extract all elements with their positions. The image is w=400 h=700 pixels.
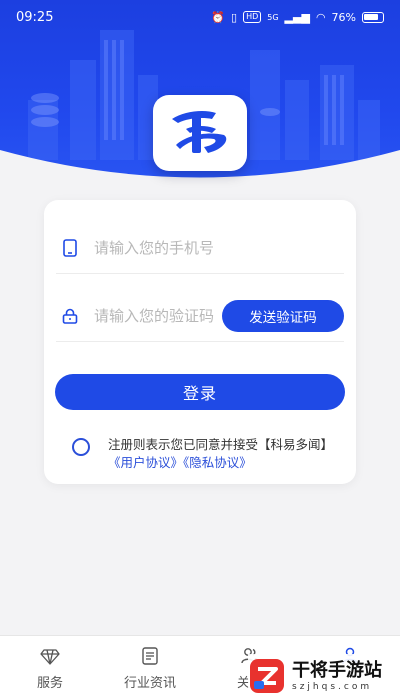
watermark-subtitle: szjhqs.com [292,682,373,692]
diamond-icon [40,649,60,665]
signal-icon: ▂▄▆ [284,10,310,24]
watermark: 干将手游站 szjhqs.com [248,654,398,698]
watermark-logo-icon [250,659,284,693]
lock-icon [60,306,80,326]
tab-industry-news[interactable]: 行业资讯 [100,636,200,700]
watermark-title: 干将手游站 [292,660,382,681]
status-bar: 09:25 ⏰ ▯ HD 5G ▂▄▆ ◠ 76% [0,0,400,34]
phone-icon [60,238,80,258]
signal-label: 5G [267,12,279,22]
user-agreement-link[interactable]: 《用户协议》 [108,455,183,470]
login-button[interactable]: 登录 [55,374,345,410]
phone-field-row [56,222,344,274]
vibrate-icon: ▯ [231,10,238,24]
status-time: 09:25 [16,9,54,25]
news-icon [142,647,158,665]
login-card: 发送验证码 登录 注册则表示您已同意并接受【科易多闻】《用户协议》《隐私协议》 [44,200,356,484]
phone-input[interactable] [94,238,244,257]
agreement-row: 注册则表示您已同意并接受【科易多闻】《用户协议》《隐私协议》 [72,436,344,472]
privacy-agreement-link[interactable]: 《隐私协议》 [183,455,252,470]
agreement-prefix: 注册则表示您已同意并接受【科易多闻】 [108,437,334,452]
verification-code-input[interactable] [94,306,214,325]
app-logo-icon [172,111,227,153]
tab-label: 服务 [36,676,63,691]
tab-label: 行业资讯 [123,676,176,691]
tab-services[interactable]: 服务 [0,636,100,700]
agreement-radio[interactable] [72,438,90,456]
agreement-text: 注册则表示您已同意并接受【科易多闻】《用户协议》《隐私协议》 [108,436,344,472]
wifi-icon: ◠ [315,10,326,24]
app-logo [153,95,247,171]
send-code-button[interactable]: 发送验证码 [222,300,344,332]
alarm-icon: ⏰ [211,10,225,24]
status-icons: ⏰ ▯ HD 5G ▂▄▆ ◠ 76% [211,11,384,24]
battery-percent: 76% [331,10,356,24]
battery-icon [362,11,384,23]
hd-badge: HD [243,11,262,23]
